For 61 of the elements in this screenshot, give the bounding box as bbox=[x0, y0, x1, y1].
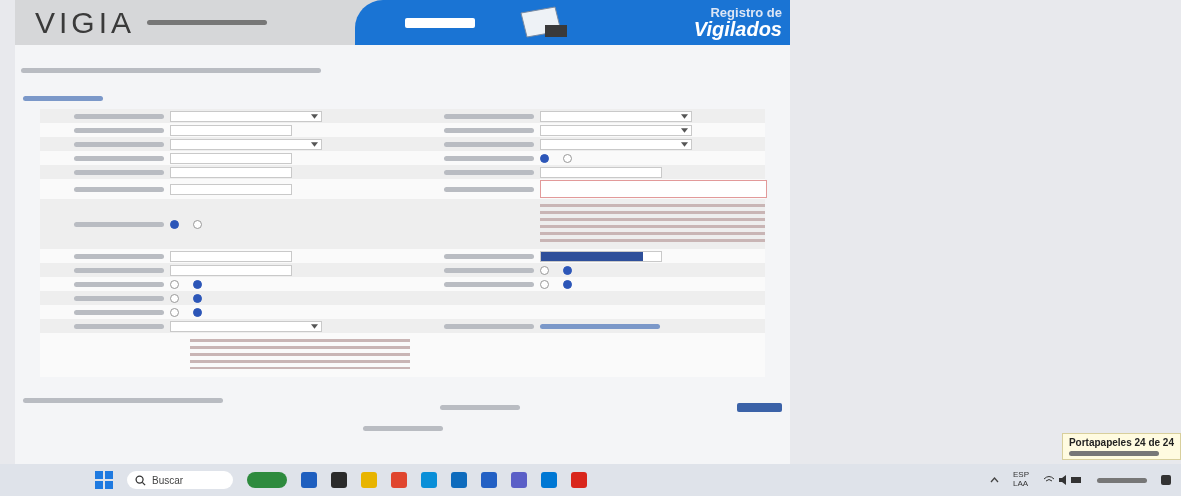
app-icon[interactable] bbox=[421, 472, 437, 488]
chevron-icon[interactable] bbox=[990, 477, 999, 483]
radio-button[interactable] bbox=[170, 293, 179, 303]
radio-button[interactable] bbox=[563, 265, 572, 275]
radio-button[interactable] bbox=[563, 153, 572, 163]
banner-title: Registro de bbox=[710, 6, 782, 19]
search-field[interactable]: Buscar bbox=[127, 471, 233, 489]
radio-button[interactable] bbox=[193, 307, 202, 317]
blurred-clock[interactable] bbox=[1097, 477, 1147, 483]
radio-button[interactable] bbox=[540, 153, 549, 163]
select-field[interactable] bbox=[170, 138, 322, 150]
start-icon[interactable] bbox=[95, 471, 113, 489]
select-field[interactable] bbox=[170, 320, 322, 332]
radio-button[interactable] bbox=[540, 265, 549, 275]
app-icon[interactable] bbox=[391, 472, 407, 488]
system-tray-icons[interactable] bbox=[1043, 474, 1083, 486]
radio-button[interactable] bbox=[563, 279, 572, 289]
radio-button[interactable] bbox=[170, 307, 179, 317]
app-icon[interactable] bbox=[481, 472, 497, 488]
search-icon bbox=[135, 474, 146, 486]
submit-button[interactable] bbox=[737, 403, 782, 412]
input-field[interactable] bbox=[170, 166, 292, 178]
radio-button[interactable] bbox=[193, 279, 202, 289]
app-icon[interactable] bbox=[451, 472, 467, 488]
caret-icon bbox=[681, 127, 688, 133]
select-field[interactable] bbox=[170, 110, 322, 122]
caret-icon bbox=[311, 113, 318, 119]
radio-button[interactable] bbox=[170, 219, 179, 229]
input-field[interactable] bbox=[170, 250, 292, 262]
app-icon[interactable] bbox=[541, 472, 557, 488]
select-field[interactable] bbox=[540, 110, 692, 122]
input-field[interactable] bbox=[540, 166, 662, 178]
input-field[interactable] bbox=[170, 152, 292, 164]
radio-button[interactable] bbox=[193, 293, 202, 303]
blurred-link[interactable] bbox=[440, 405, 520, 410]
radio-button[interactable] bbox=[540, 279, 549, 289]
widget-icon[interactable] bbox=[247, 472, 287, 488]
app-icon[interactable] bbox=[571, 472, 587, 488]
textarea-field[interactable] bbox=[540, 180, 767, 198]
logo-text: VIGIA bbox=[35, 5, 136, 40]
banner-subtitle: Vigilados bbox=[693, 19, 782, 39]
input-field[interactable] bbox=[170, 183, 292, 195]
input-field[interactable] bbox=[170, 264, 292, 276]
blurred-link[interactable] bbox=[540, 323, 660, 329]
select-field[interactable] bbox=[540, 124, 692, 136]
notification-icon[interactable] bbox=[1161, 475, 1171, 485]
input-field[interactable] bbox=[170, 124, 292, 136]
radio-button[interactable] bbox=[170, 279, 179, 289]
caret-icon bbox=[681, 141, 688, 147]
language-indicator[interactable]: ESP LAA bbox=[1013, 471, 1029, 489]
input-field[interactable] bbox=[540, 250, 662, 262]
app-icon[interactable] bbox=[331, 472, 347, 488]
app-icon[interactable] bbox=[511, 472, 527, 488]
caret-icon bbox=[311, 323, 318, 329]
app-icon[interactable] bbox=[301, 472, 317, 488]
search-field[interactable] bbox=[405, 17, 475, 28]
radio-button[interactable] bbox=[193, 219, 202, 229]
select-field[interactable] bbox=[540, 138, 692, 150]
notification-title: Portapapeles 24 de 24 bbox=[1068, 437, 1174, 448]
caret-icon bbox=[681, 113, 688, 119]
caret-icon bbox=[311, 141, 318, 147]
